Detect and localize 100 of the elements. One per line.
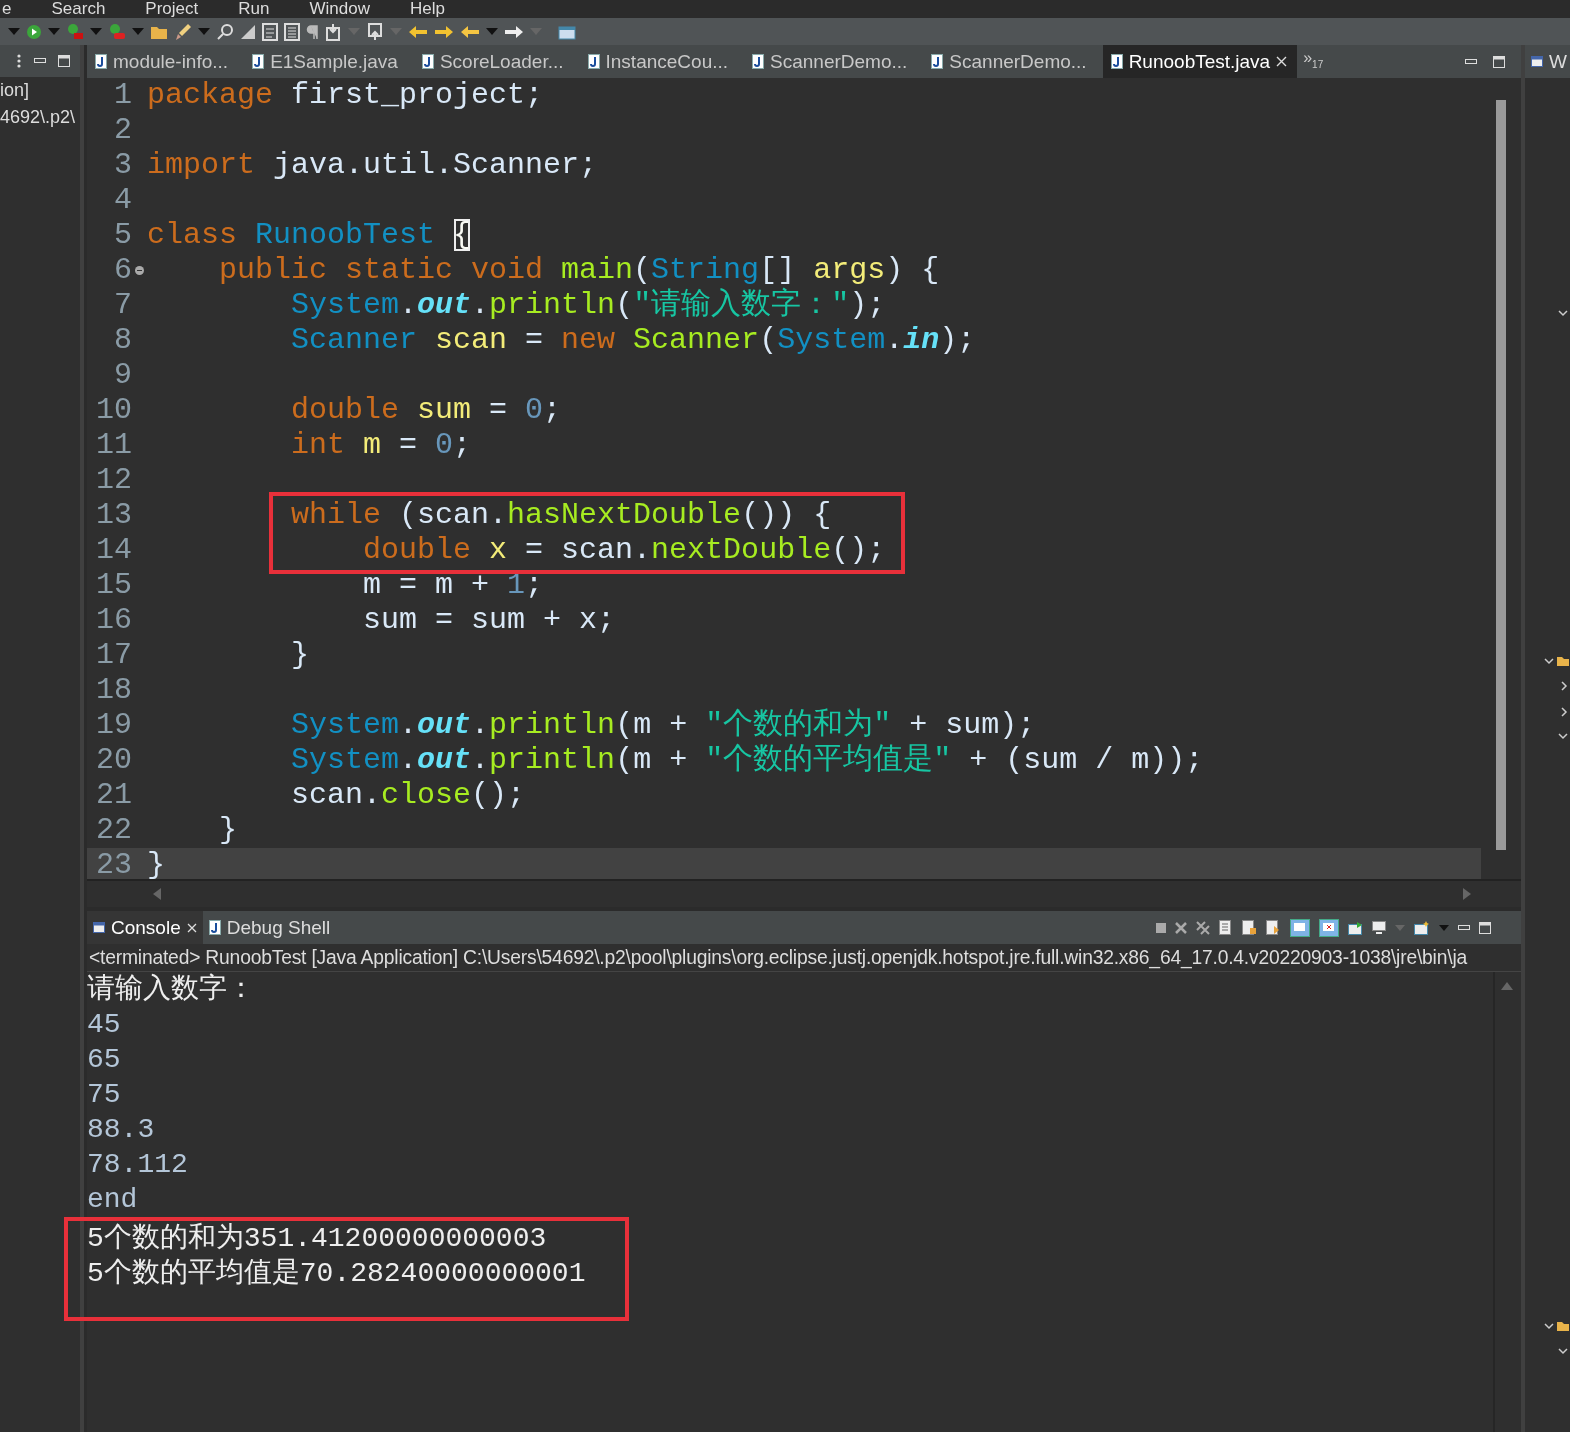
java-file-icon (252, 54, 265, 69)
view-tab[interactable]: Debug Shell (202, 911, 337, 944)
menu-item[interactable]: e (2, 0, 12, 18)
search-icon[interactable] (216, 22, 234, 41)
close-icon[interactable] (186, 922, 197, 933)
folder-icon[interactable] (1556, 1320, 1570, 1332)
editor-tab[interactable]: ScannerDemo... (923, 45, 1103, 78)
code-line: System.out.println(m + "个数的和为" + sum); (290, 708, 1036, 743)
folder-icon[interactable] (1556, 655, 1570, 667)
display-icon[interactable] (1372, 921, 1386, 934)
new-console-icon[interactable] (1414, 920, 1430, 935)
line-number: 14 (95, 533, 132, 568)
editor-tab[interactable]: module-info... (87, 45, 245, 78)
menu-item[interactable]: Run (238, 0, 270, 18)
code-line: double sum = 0; (290, 393, 562, 428)
chevron-down-icon[interactable] (1544, 1322, 1554, 1330)
chevron-down-icon[interactable] (1558, 310, 1568, 317)
dropdown-caret-icon[interactable] (198, 27, 210, 36)
dropdown-caret-icon[interactable] (486, 27, 498, 36)
line-number: 8 (113, 323, 132, 358)
console-line: end (87, 1183, 139, 1217)
clear-console-icon[interactable] (1219, 920, 1233, 935)
chevron-down-icon[interactable] (1558, 733, 1568, 740)
document-icon[interactable] (262, 22, 278, 41)
forward-icon[interactable] (504, 24, 524, 39)
maximize-icon[interactable] (1479, 921, 1491, 934)
console-text: 4692\.p2\ (0, 106, 77, 129)
bug-icon[interactable] (66, 22, 84, 41)
show-error-icon[interactable] (1319, 918, 1339, 937)
console-line: 88.3 (87, 1113, 156, 1147)
editor-tab[interactable]: ScannerDemo... (744, 45, 924, 78)
minimize-icon[interactable] (1458, 924, 1470, 931)
line-number: 17 (95, 638, 132, 673)
close-icon[interactable] (1276, 56, 1288, 67)
arrow-left-icon[interactable] (408, 24, 428, 39)
view-tab[interactable]: W (1525, 45, 1570, 78)
list-icon[interactable] (284, 22, 300, 41)
minimize-icon[interactable] (34, 58, 46, 64)
editor-tab[interactable]: RunoobTest.java (1102, 45, 1298, 78)
back-icon[interactable] (460, 24, 480, 39)
annotation-icon[interactable] (324, 22, 342, 41)
minimize-icon[interactable] (1465, 58, 1477, 65)
remove-all-icon[interactable] (1196, 920, 1210, 935)
stop-icon[interactable] (1156, 922, 1166, 933)
line-number: 11 (95, 428, 132, 463)
line-number: 12 (95, 463, 132, 498)
menu-item[interactable]: Search (51, 0, 106, 18)
dropdown-caret-icon[interactable] (48, 27, 60, 36)
code-line: scan.close(); (290, 778, 526, 813)
line-number: 10 (95, 393, 132, 428)
chevron-down-icon[interactable] (1544, 657, 1554, 665)
line-number: 9 (113, 358, 132, 393)
line-number: 1 (113, 78, 132, 113)
arrow-right-icon[interactable] (434, 24, 454, 39)
dropdown-caret-icon[interactable] (132, 27, 144, 36)
line-number: 22 (95, 813, 132, 848)
remove-icon[interactable] (1175, 921, 1187, 934)
run-config-icon[interactable] (108, 22, 126, 41)
code-line: public static void main(String[] args) { (218, 253, 940, 287)
line-number: 19 (95, 708, 132, 743)
more-icon[interactable] (16, 53, 22, 69)
code-line: } (147, 848, 165, 879)
word-wrap-icon[interactable] (1266, 920, 1281, 935)
editor-tab[interactable]: ScoreLoader... (413, 45, 580, 78)
pilcrow-icon[interactable] (306, 23, 318, 40)
menu-item[interactable]: Window (309, 0, 370, 18)
play-icon[interactable] (26, 23, 42, 40)
pin-icon[interactable] (1348, 920, 1363, 935)
console-text: ion] (0, 79, 31, 102)
code-line: class RunoobTest { (147, 218, 472, 253)
line-number: 20 (95, 743, 132, 778)
maximize-icon[interactable] (58, 55, 70, 67)
collapse-icon[interactable] (135, 266, 144, 275)
java-file-icon (931, 54, 944, 69)
menu-item[interactable]: Help (409, 0, 445, 18)
maximize-icon[interactable] (1493, 55, 1505, 68)
code-line: m = m + 1; (362, 568, 544, 603)
console-line: 65 (87, 1043, 122, 1077)
code-editor[interactable] (87, 78, 1521, 879)
console-line: 75 (87, 1078, 122, 1112)
scroll-lock-icon[interactable] (1242, 920, 1257, 935)
code-line: Scanner scan = new Scanner(System.in); (290, 323, 976, 358)
view-tab[interactable]: Console (87, 911, 203, 944)
annotation-icon[interactable] (366, 22, 384, 41)
window-icon[interactable] (558, 23, 576, 40)
line-number: 15 (95, 568, 132, 603)
chevron-down-icon[interactable] (1558, 1348, 1568, 1355)
dropdown-caret-icon[interactable] (8, 27, 20, 36)
brush-icon[interactable] (174, 22, 192, 41)
menu-item[interactable]: Project (145, 0, 199, 18)
tab-overflow[interactable]: »$_{17}$ (1297, 45, 1330, 78)
editor-tab[interactable]: InstanceCou... (579, 45, 745, 78)
java-file-icon (1110, 54, 1123, 69)
editor-tab[interactable]: E1Sample.java (244, 45, 414, 78)
line-number: 18 (95, 673, 132, 708)
show-output-icon[interactable] (1290, 918, 1310, 937)
chevron-right-icon[interactable] (1561, 707, 1568, 717)
dropdown-caret-icon[interactable] (90, 27, 102, 36)
chevron-right-icon[interactable] (1561, 681, 1568, 691)
line-number: 7 (113, 288, 132, 323)
